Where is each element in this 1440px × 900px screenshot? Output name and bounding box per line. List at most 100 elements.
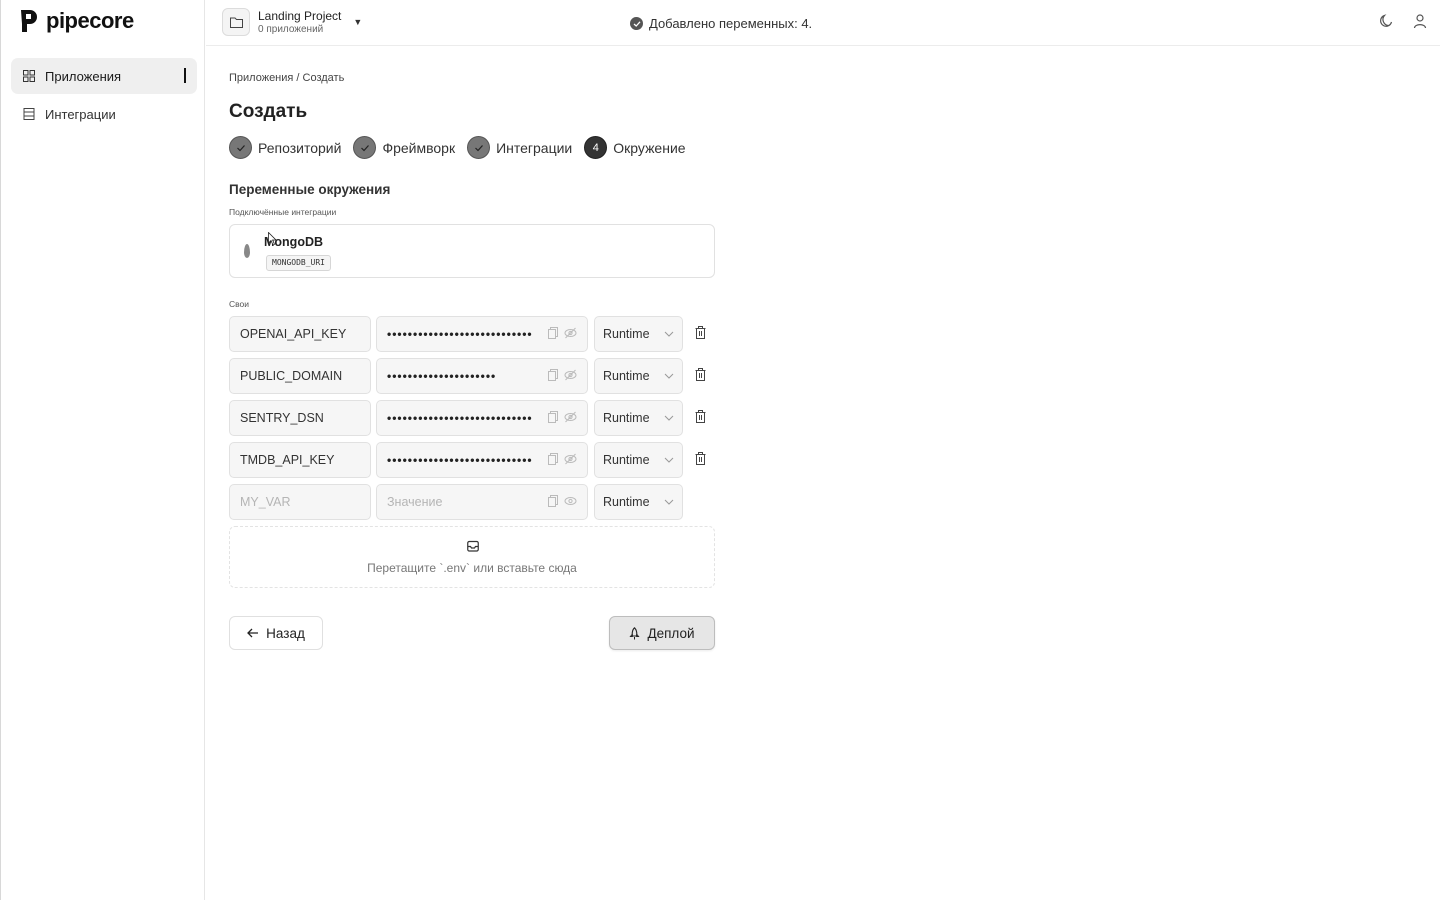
copy-icon[interactable] <box>548 453 558 465</box>
env-var-row: SENTRY_DSN •••••••••••••••••••••••••••• … <box>229 400 715 436</box>
deploy-button[interactable]: Деплой <box>609 616 715 650</box>
eye-off-icon[interactable] <box>564 411 577 423</box>
deploy-button-label: Деплой <box>647 625 695 641</box>
moon-icon[interactable] <box>1378 13 1394 29</box>
env-scope-select[interactable]: Runtime <box>594 400 683 436</box>
toast-notification: Добавлено переменных: 4. <box>630 16 812 31</box>
sidebar: pipecore Приложения Интеграции <box>0 0 205 900</box>
env-key-input[interactable]: PUBLIC_DOMAIN <box>229 358 371 394</box>
new-value-input[interactable]: Значение <box>376 484 588 520</box>
copy-icon[interactable] <box>548 327 558 339</box>
custom-vars-label: Свои <box>229 299 250 309</box>
check-icon <box>229 136 252 159</box>
env-key-input[interactable]: OPENAI_API_KEY <box>229 316 371 352</box>
chevron-down-icon <box>664 499 674 505</box>
pipecore-logo-icon <box>21 10 37 32</box>
step-label: Интеграции <box>496 139 573 156</box>
dropzone-text: Перетащите `.env` или вставьте сюда <box>367 561 577 575</box>
env-value-masked: •••••••••••••••••••••••••••• <box>387 453 533 467</box>
env-dropzone[interactable]: Перетащите `.env` или вставьте сюда <box>229 526 715 588</box>
check-icon <box>467 136 491 159</box>
breadcrumb[interactable]: Приложения / Создать <box>229 72 344 84</box>
active-indicator <box>184 68 186 83</box>
topbar-actions <box>1378 13 1428 29</box>
copy-icon[interactable] <box>548 495 558 507</box>
rocket-icon <box>629 626 641 639</box>
section-title: Переменные окружения <box>229 182 391 197</box>
topbar: Landing Project 0 приложений ▼ Добавлено… <box>206 0 1440 46</box>
eye-off-icon[interactable] <box>564 369 577 381</box>
env-key-input[interactable]: SENTRY_DSN <box>229 400 371 436</box>
step-environment[interactable]: 4 Окружение <box>584 136 686 159</box>
env-value-masked: •••••••••••••••••••••••••••• <box>387 327 533 341</box>
check-icon <box>353 136 377 159</box>
copy-icon[interactable] <box>548 369 558 381</box>
sidebar-item-apps[interactable]: Приложения <box>11 58 197 94</box>
new-scope-select[interactable]: Runtime <box>594 484 683 520</box>
trash-icon[interactable] <box>695 452 706 465</box>
sidebar-nav: Приложения Интеграции <box>11 58 197 134</box>
user-icon[interactable] <box>1412 13 1428 29</box>
scope-value: Runtime <box>603 327 650 341</box>
sidebar-item-label: Интеграции <box>45 106 116 122</box>
step-repository[interactable]: Репозиторий <box>229 136 341 159</box>
env-value-input[interactable]: •••••••••••••••••••••••••••• <box>376 400 588 436</box>
logo[interactable]: pipecore <box>18 6 134 36</box>
env-key-input[interactable]: TMDB_API_KEY <box>229 442 371 478</box>
folder-icon <box>222 8 250 36</box>
new-key-input[interactable]: MY_VAR <box>229 484 371 520</box>
check-circle-icon <box>630 17 643 30</box>
scope-value: Runtime <box>603 369 650 383</box>
trash-icon[interactable] <box>695 326 706 339</box>
env-value-input[interactable]: •••••••••••••••••••••••••••• <box>376 442 588 478</box>
grid-icon <box>23 70 35 82</box>
env-var-row: PUBLIC_DOMAIN ••••••••••••••••••••• Runt… <box>229 358 715 394</box>
scope-value: Runtime <box>603 495 650 509</box>
env-value-input[interactable]: ••••••••••••••••••••• <box>376 358 588 394</box>
env-value-masked: •••••••••••••••••••••••••••• <box>387 411 533 425</box>
back-button[interactable]: Назад <box>229 616 323 650</box>
env-scope-select[interactable]: Runtime <box>594 316 683 352</box>
arrow-left-icon <box>247 628 259 638</box>
logo-text: pipecore <box>46 8 134 33</box>
scope-value: Runtime <box>603 453 650 467</box>
trash-icon[interactable] <box>695 410 706 423</box>
env-value-input[interactable]: •••••••••••••••••••••••••••• <box>376 316 588 352</box>
chevron-down-icon <box>664 457 674 463</box>
eye-icon[interactable] <box>564 495 577 507</box>
step-number: 4 <box>584 136 608 159</box>
page-title: Создать <box>229 101 308 122</box>
eye-off-icon[interactable] <box>564 453 577 465</box>
step-framework[interactable]: Фреймворк <box>353 136 455 159</box>
caret-down-icon: ▼ <box>353 17 363 27</box>
env-scope-select[interactable]: Runtime <box>594 442 683 478</box>
step-integrations[interactable]: Интеграции <box>467 136 572 159</box>
copy-icon[interactable] <box>548 411 558 423</box>
env-scope-select[interactable]: Runtime <box>594 358 683 394</box>
trash-icon[interactable] <box>695 368 706 381</box>
mongodb-leaf-icon <box>244 244 250 258</box>
step-label: Окружение <box>613 139 686 156</box>
sidebar-item-label: Приложения <box>45 68 122 84</box>
back-button-label: Назад <box>266 625 305 641</box>
chevron-down-icon <box>664 373 674 379</box>
project-switcher[interactable]: Landing Project 0 приложений ▼ <box>222 8 362 36</box>
project-name: Landing Project <box>258 8 342 23</box>
list-icon <box>23 108 35 120</box>
chevron-down-icon <box>664 331 674 337</box>
connected-integrations-label: Подключённые интеграции <box>229 207 337 217</box>
chevron-down-icon <box>664 415 674 421</box>
eye-off-icon[interactable] <box>564 327 577 339</box>
env-var-row: OPENAI_API_KEY •••••••••••••••••••••••••… <box>229 316 715 352</box>
integration-var-tag: MONGODB_URI <box>266 255 331 271</box>
toast-text: Добавлено переменных: 4. <box>649 16 813 31</box>
step-label: Фреймворк <box>382 139 456 156</box>
project-app-count: 0 приложений <box>258 23 324 35</box>
scope-value: Runtime <box>603 411 650 425</box>
sidebar-item-integrations[interactable]: Интеграции <box>11 96 197 132</box>
value-placeholder: Значение <box>387 495 443 509</box>
inbox-icon <box>467 540 479 552</box>
env-var-row: TMDB_API_KEY •••••••••••••••••••••••••••… <box>229 442 715 478</box>
env-value-masked: ••••••••••••••••••••• <box>387 369 497 383</box>
integration-card-mongodb: MongoDB MONGODB_URI <box>229 224 715 278</box>
